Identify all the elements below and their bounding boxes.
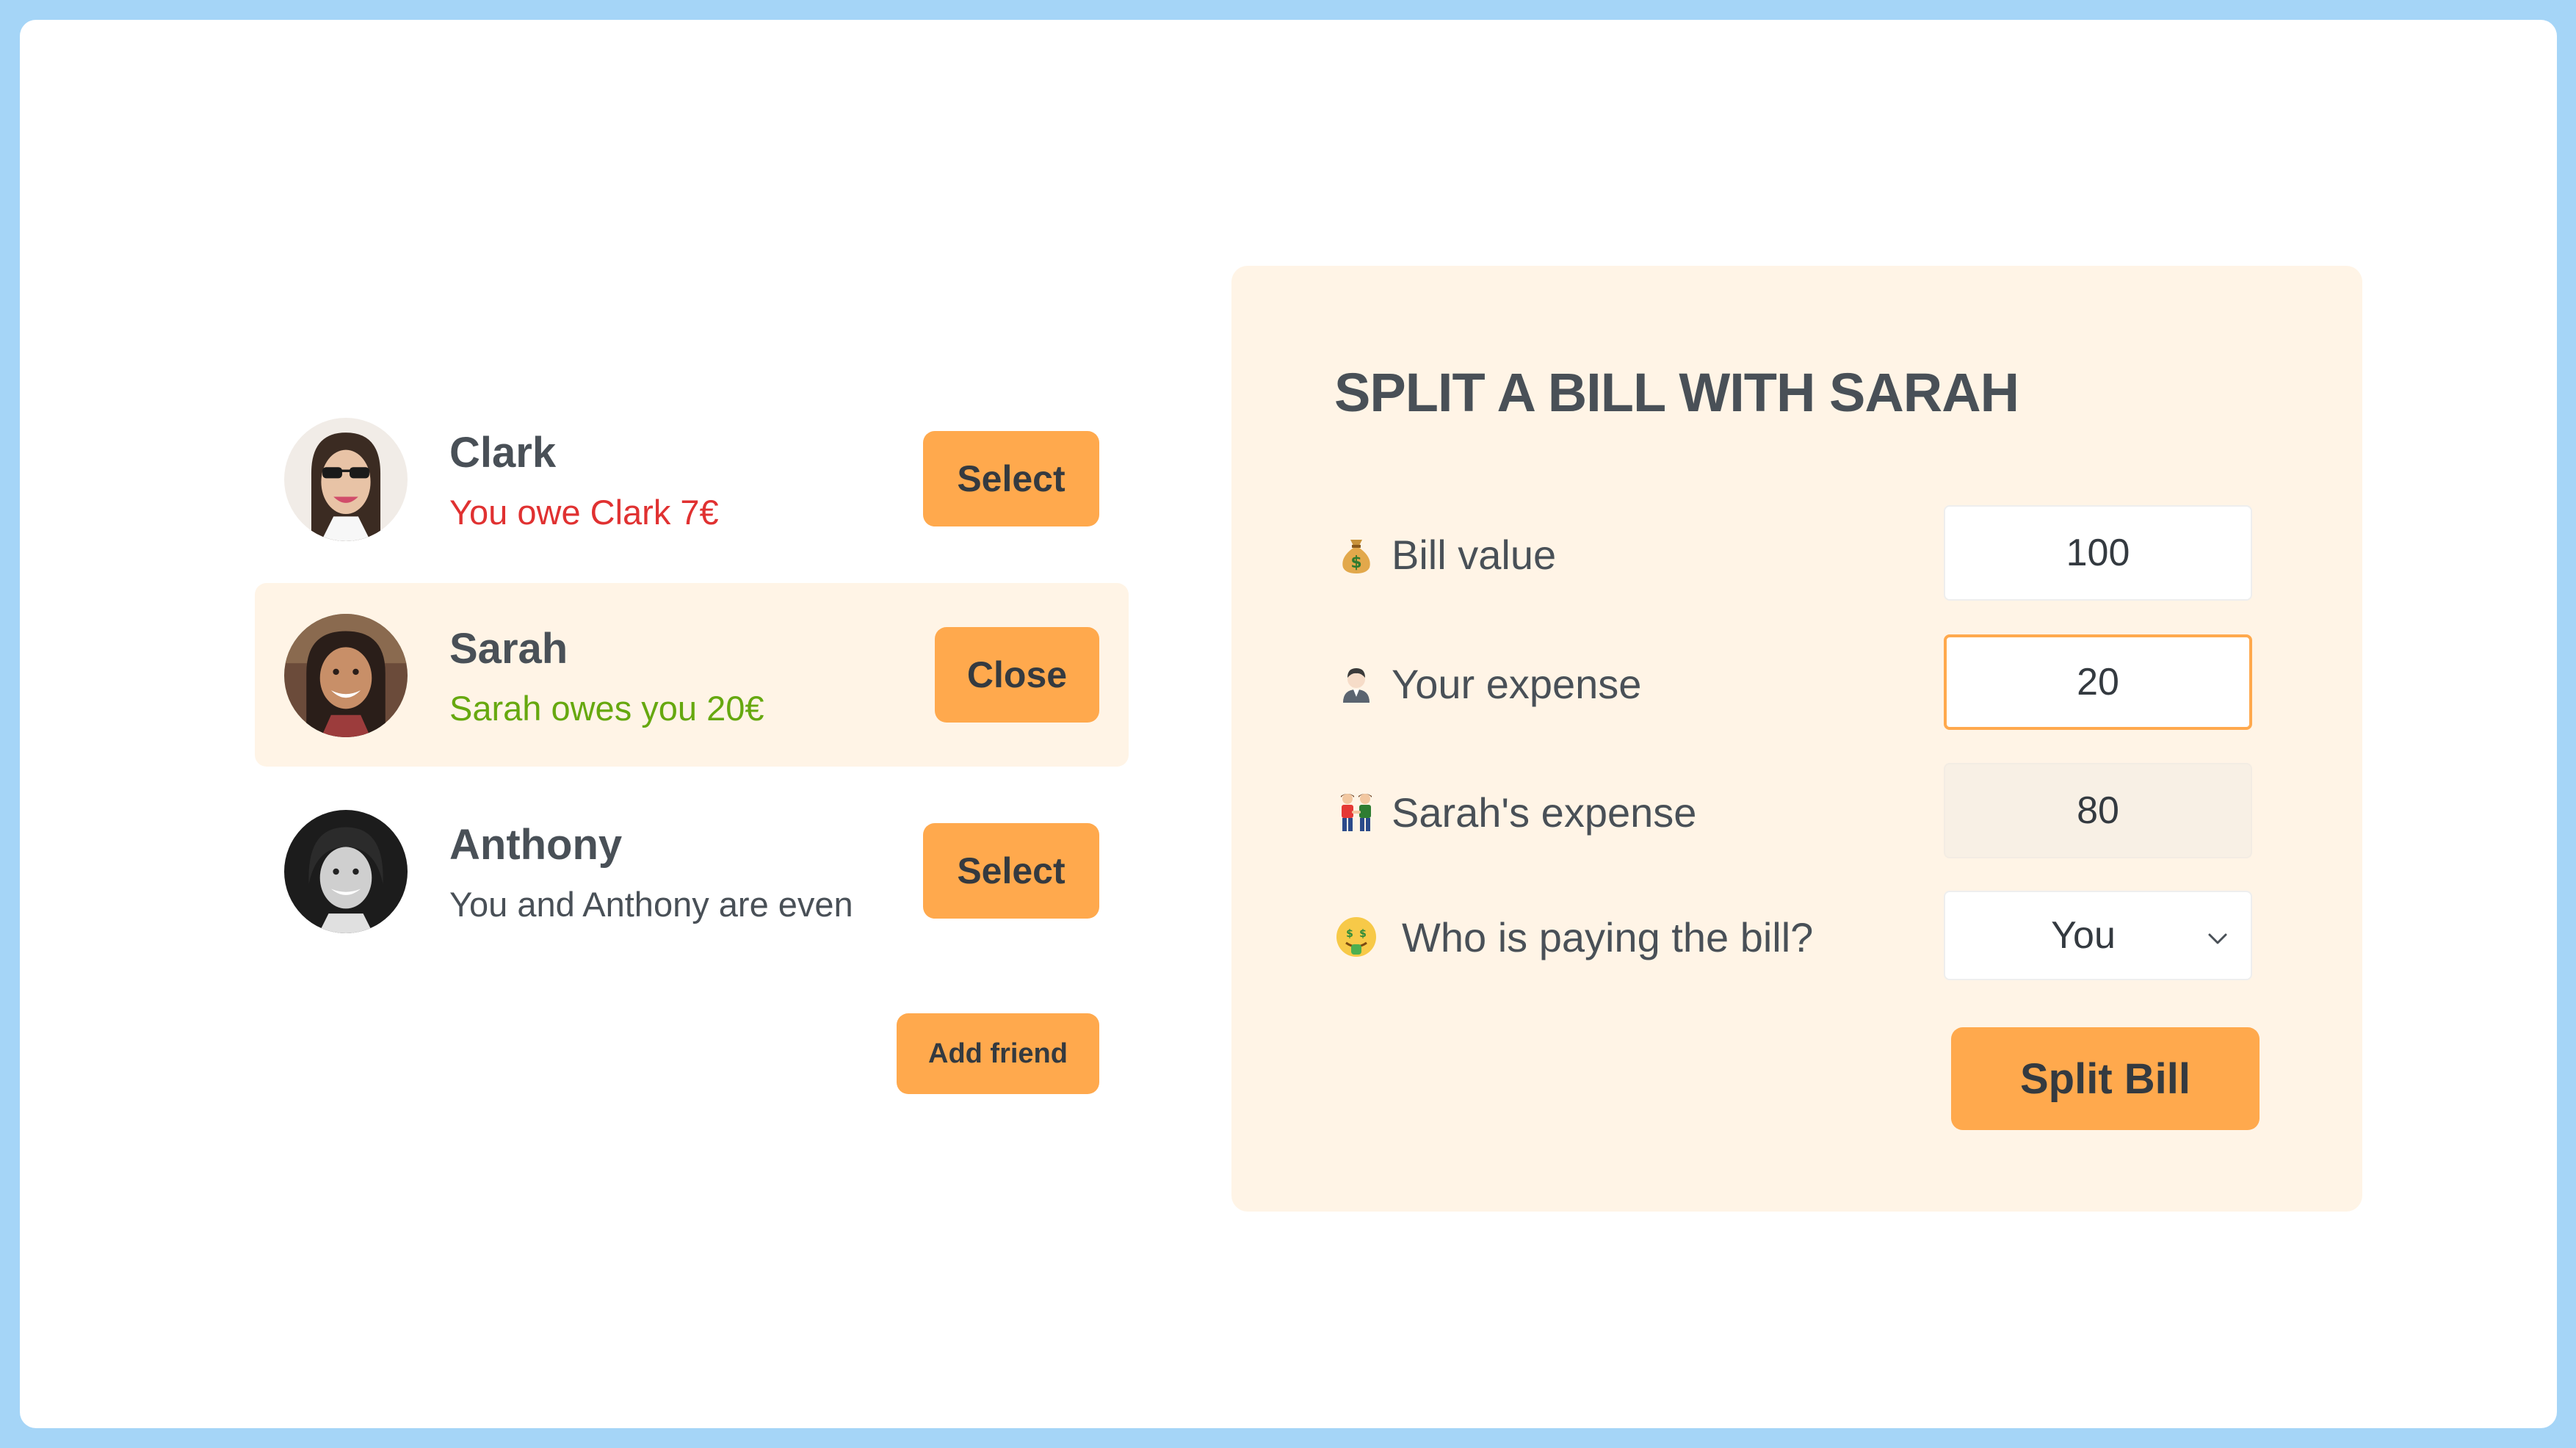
app-window: Clark You owe Clark 7€ Select Sarah Sara… xyxy=(20,20,2557,1428)
svg-text:$: $ xyxy=(1350,554,1361,572)
payer-label-text: Who is paying the bill? xyxy=(1402,913,1814,960)
money-mouth-face-icon: $ $ xyxy=(1334,915,1378,959)
person-icon xyxy=(1334,662,1378,706)
bill-value-label-text: Bill value xyxy=(1392,531,1557,578)
friend-balance-status: Sarah owes you 20€ xyxy=(449,689,764,728)
form-title: SPLIT A BILL WITH SARAH xyxy=(1334,362,2019,423)
bill-value-row: $ Bill value xyxy=(1334,505,2260,604)
friend-name: Sarah xyxy=(449,625,568,673)
add-friend-button[interactable]: Add friend xyxy=(897,1013,1099,1094)
your-expense-row: Your expense xyxy=(1334,634,2260,733)
chevron-down-icon xyxy=(2208,933,2227,944)
svg-text:$: $ xyxy=(1346,928,1353,940)
friend-item-anthony: Anthony You and Anthony are even Select xyxy=(255,779,1129,963)
money-bag-icon: $ xyxy=(1334,532,1378,576)
two-people-icon xyxy=(1334,790,1378,834)
friend-expense-label-text: Sarah's expense xyxy=(1392,789,1697,836)
your-expense-label: Your expense xyxy=(1334,634,1641,733)
friend-expense-row: Sarah's expense xyxy=(1334,763,2260,861)
friend-expense-input xyxy=(1944,763,2252,858)
friend-item-clark: Clark You owe Clark 7€ Select xyxy=(255,387,1129,571)
select-friend-button[interactable]: Select xyxy=(923,431,1099,526)
friend-balance-status: You owe Clark 7€ xyxy=(449,493,719,532)
select-friend-button[interactable]: Select xyxy=(923,823,1099,919)
friend-name: Anthony xyxy=(449,821,623,869)
close-friend-button[interactable]: Close xyxy=(935,627,1099,723)
friend-expense-label: Sarah's expense xyxy=(1334,763,1696,861)
your-expense-label-text: Your expense xyxy=(1392,660,1642,707)
split-bill-form: SPLIT A BILL WITH SARAH $ Bill value 100… xyxy=(1231,266,2362,1212)
bill-value-input[interactable] xyxy=(1944,505,2252,601)
payer-label: $ $ Who is paying the bill? xyxy=(1334,888,1813,986)
svg-text:$: $ xyxy=(1359,928,1367,940)
friend-balance-status: You and Anthony are even xyxy=(449,885,853,924)
payer-select[interactable]: You xyxy=(1944,891,2252,980)
payer-row: $ $ Who is paying the bill? You xyxy=(1334,888,2260,986)
avatar-anthony xyxy=(284,810,408,933)
payer-select-value: You xyxy=(2051,914,2116,957)
avatar-clark xyxy=(284,418,408,541)
friend-item-sarah: Sarah Sarah owes you 20€ Close xyxy=(255,583,1129,767)
friends-sidebar: Clark You owe Clark 7€ Select Sarah Sara… xyxy=(255,387,1129,1094)
your-expense-input[interactable] xyxy=(1944,634,2252,730)
split-bill-button[interactable]: Split Bill xyxy=(1951,1027,2260,1130)
bill-value-label: $ Bill value xyxy=(1334,505,1556,604)
avatar-sarah xyxy=(284,614,408,737)
friend-name: Clark xyxy=(449,429,557,477)
